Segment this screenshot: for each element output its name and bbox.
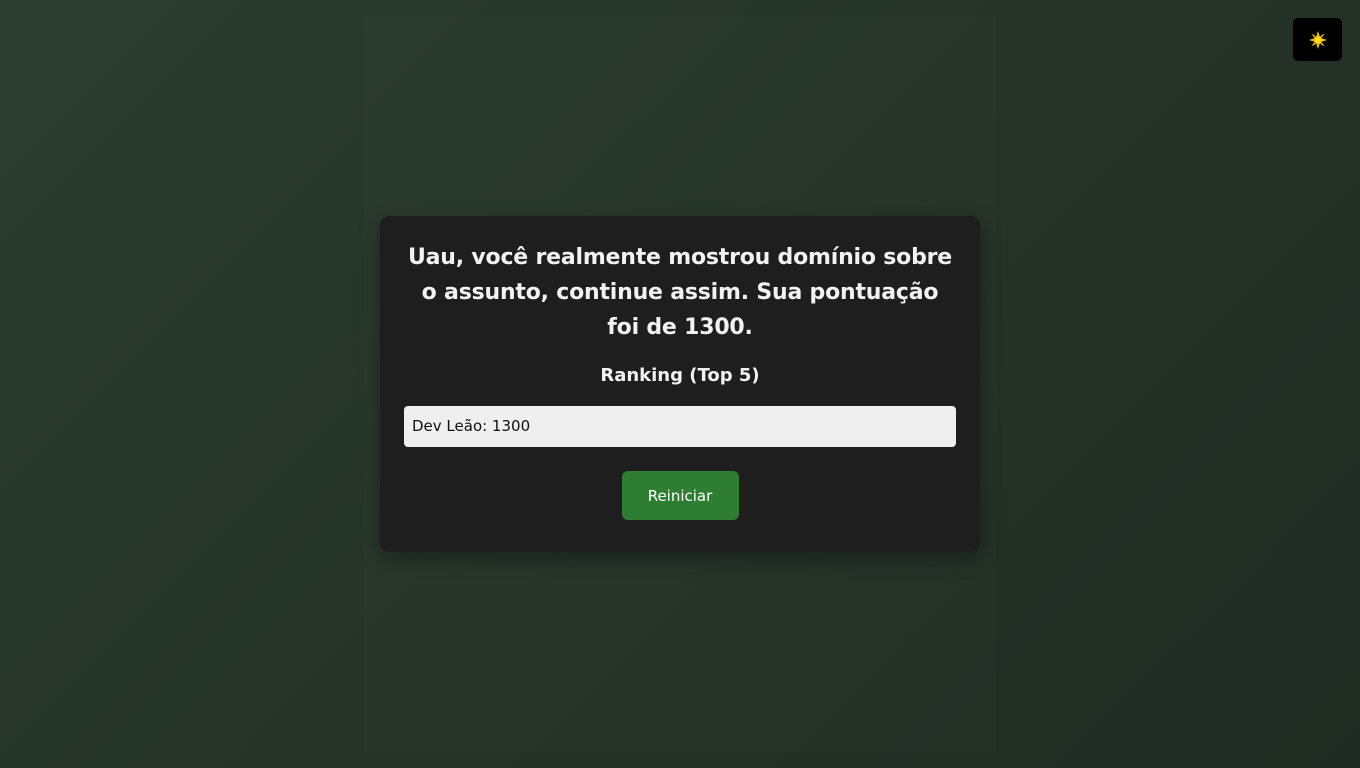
ranking-entry: Dev Leão: 1300 [404, 406, 956, 447]
ranking-title: Ranking (Top 5) [600, 365, 760, 386]
result-card: Uau, você realmente mostrou domínio sobr… [380, 216, 980, 552]
result-message: Uau, você realmente mostrou domínio sobr… [408, 245, 952, 340]
theme-toggle-button[interactable] [1293, 18, 1342, 61]
sun-icon [1308, 30, 1327, 49]
ranking-list: Dev Leão: 1300 [404, 406, 956, 447]
restart-button[interactable]: Reiniciar [621, 471, 739, 520]
